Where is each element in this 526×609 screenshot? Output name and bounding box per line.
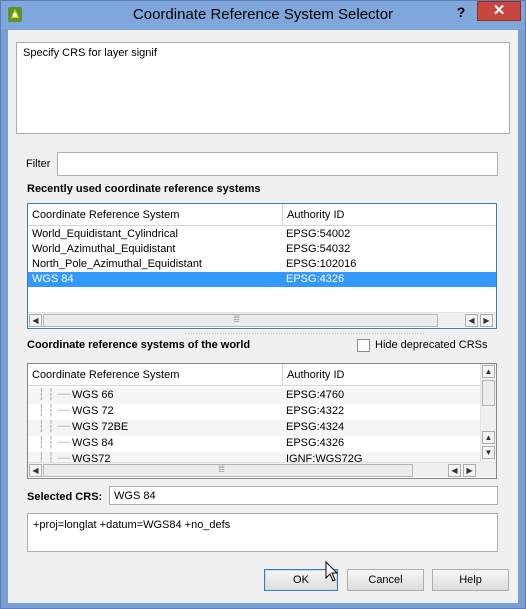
scroll-up-icon[interactable]: ▲: [482, 431, 495, 444]
authority-id-cell: EPSG:4760: [286, 389, 345, 401]
recent-crs-table[interactable]: Coordinate Reference System Authority ID…: [27, 203, 497, 329]
selected-crs-label: Selected CRS:: [27, 491, 103, 503]
world-col-authority[interactable]: Authority ID: [283, 364, 480, 386]
crs-selector-window: Coordinate Reference System Selector ? ✕…: [0, 0, 526, 609]
dialog-body: Specify CRS for layer signif Filter Rece…: [8, 30, 518, 603]
tree-branch-icon: ┆ ┆ ┈┈: [38, 437, 71, 449]
world-crs-row[interactable]: ┆ ┆ ┈┈ WGS 72BE EPSG:4324: [28, 420, 480, 436]
crs-name-cell: WGS 72BE: [72, 421, 129, 433]
window-title: Coordinate Reference System Selector: [132, 6, 394, 23]
scroll-thumb[interactable]: [43, 314, 438, 327]
world-crs-row[interactable]: ┆ ┆ ┈┈ WGS 72 EPSG:4322: [28, 404, 480, 420]
splitter-handle-icon[interactable]: ⋯⋯⋯⋯⋯⋯⋯⋯⋯⋯⋯⋯⋯⋯⋯⋯⋯⋯⋯⋯⋯⋯⋯⋯⋯⋯⋯⋯⋯⋯: [184, 328, 425, 339]
scroll-thumb[interactable]: [43, 464, 413, 477]
crs-name-cell: WGS 84: [32, 273, 74, 285]
world-col-crs[interactable]: Coordinate Reference System: [28, 364, 283, 386]
title-bar[interactable]: Coordinate Reference System Selector ? ✕: [1, 1, 525, 29]
tree-branch-icon: ┆ ┆ ┈┈: [38, 389, 71, 401]
world-vscrollbar[interactable]: ▲ ▲ ▼: [480, 364, 496, 463]
scroll-left-icon[interactable]: ◀: [448, 464, 461, 477]
cancel-button[interactable]: Cancel: [347, 569, 424, 591]
authority-id-cell: EPSG:4322: [286, 405, 345, 417]
crs-name-cell: World_Azimuthal_Equidistant: [32, 243, 176, 255]
mouse-cursor-icon: [325, 561, 339, 582]
crs-name-cell: WGS 66: [72, 389, 114, 401]
filter-input[interactable]: [57, 152, 498, 176]
authority-id-cell: EPSG:54002: [286, 228, 351, 240]
world-crs-table[interactable]: Coordinate Reference System Authority ID…: [27, 363, 497, 479]
world-crs-heading: Coordinate reference systems of the worl…: [27, 339, 251, 351]
recent-crs-row[interactable]: World_Azimuthal_Equidistant EPSG:54032: [28, 242, 496, 257]
scroll-left-icon[interactable]: ◀: [29, 314, 42, 327]
hide-deprecated-label[interactable]: Hide deprecated CRSs: [375, 339, 488, 351]
scroll-down-icon[interactable]: ▼: [482, 446, 495, 459]
scroll-right-icon[interactable]: ▶: [463, 464, 476, 477]
message-box: Specify CRS for layer signif: [16, 42, 510, 134]
crs-name-cell: World_Equidistant_Cylindrical: [32, 228, 178, 240]
hide-deprecated-checkbox[interactable]: [357, 339, 370, 352]
proj-string-box: +proj=longlat +datum=WGS84 +no_defs: [27, 513, 498, 552]
authority-id-cell: EPSG:4324: [286, 421, 345, 433]
scroll-up-icon[interactable]: ▲: [482, 365, 495, 378]
world-crs-row[interactable]: ┆ ┆ ┈┈ WGS 84 EPSG:4326: [28, 436, 480, 452]
recent-col-crs[interactable]: Coordinate Reference System: [28, 204, 283, 226]
vscroll-thumb[interactable]: [482, 380, 495, 406]
world-crs-row[interactable]: ┆ ┆ ┈┈ WGS 66 EPSG:4760: [28, 388, 480, 404]
grip-icon: ⁞⁞⁞⁞: [218, 464, 225, 474]
recent-col-authority[interactable]: Authority ID: [283, 204, 496, 226]
authority-id-cell: EPSG:4326: [286, 437, 345, 449]
tree-branch-icon: ┆ ┆ ┈┈: [38, 405, 71, 417]
crs-name-cell: WGS 72: [72, 405, 114, 417]
help-title-button[interactable]: ?: [449, 2, 473, 22]
crs-name-cell: WGS 84: [72, 437, 114, 449]
recent-table-header: Coordinate Reference System Authority ID: [28, 204, 496, 226]
authority-id-cell: EPSG:4326: [286, 273, 345, 285]
grip-icon: ⁞⁞⁞⁞: [233, 314, 240, 324]
recent-crs-heading: Recently used coordinate reference syste…: [27, 183, 261, 195]
recent-crs-row[interactable]: World_Equidistant_Cylindrical EPSG:54002: [28, 227, 496, 242]
tree-branch-icon: ┆ ┆ ┈┈: [38, 421, 71, 433]
filter-label: Filter: [26, 158, 51, 170]
world-table-header: Coordinate Reference System Authority ID: [28, 364, 480, 386]
recent-crs-row[interactable]: WGS 84 EPSG:4326: [28, 272, 496, 287]
scroll-left-icon[interactable]: ◀: [465, 314, 478, 327]
world-hscrollbar[interactable]: ◀ ⁞⁞⁞⁞ ◀ ▶: [28, 462, 496, 477]
authority-id-cell: EPSG:54032: [286, 243, 351, 255]
scroll-left-icon[interactable]: ◀: [29, 464, 42, 477]
scroll-right-icon[interactable]: ▶: [480, 314, 493, 327]
crs-name-cell: North_Pole_Azimuthal_Equidistant: [32, 258, 202, 270]
recent-hscrollbar[interactable]: ◀ ⁞⁞⁞⁞ ◀ ▶: [28, 312, 496, 327]
help-button[interactable]: Help: [432, 569, 509, 591]
close-button[interactable]: ✕: [477, 1, 521, 21]
recent-crs-row[interactable]: North_Pole_Azimuthal_Equidistant EPSG:102…: [28, 257, 496, 272]
selected-crs-field[interactable]: WGS 84: [109, 486, 498, 505]
authority-id-cell: EPSG:102016: [286, 258, 357, 270]
